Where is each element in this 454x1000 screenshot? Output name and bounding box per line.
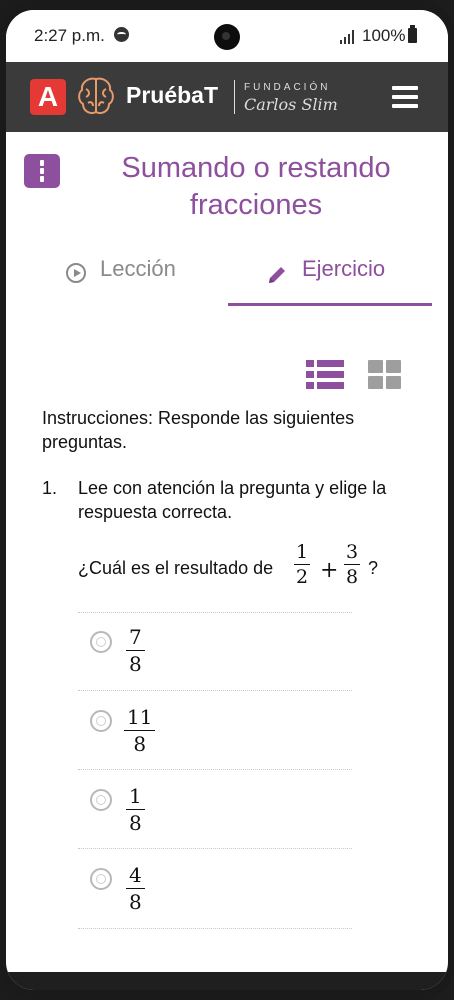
- operand-fraction-2: 3 8: [344, 540, 361, 589]
- pencil-icon: [269, 267, 285, 283]
- grid-view-icon[interactable]: [368, 360, 402, 390]
- option-numerator: 11: [124, 704, 156, 731]
- operand-fraction-1: 1 2: [294, 540, 311, 589]
- option-divider: [78, 769, 352, 770]
- option-divider: [78, 690, 352, 691]
- brand-divider: [234, 80, 235, 114]
- option-divider: [78, 928, 352, 929]
- question-text: ¿Cuál es el resultado de: [78, 558, 274, 578]
- plus-operator: +: [320, 558, 339, 583]
- option-divider: [78, 848, 352, 849]
- brain-icon: [78, 77, 114, 114]
- operand2-denominator: 8: [346, 566, 359, 588]
- status-bar: 2:27 p.m. 100%: [6, 10, 448, 62]
- tab-leccion-label: Lección: [100, 256, 176, 281]
- phone-frame: 2:27 p.m. 100% A PruébaT FUNDACIÓN Carlo…: [0, 0, 454, 1000]
- option-fraction: 1 8: [126, 783, 145, 836]
- tab-ejercicio-label: Ejercicio: [302, 256, 386, 281]
- app-bar: A PruébaT FUNDACIÓN Carlos Slim: [6, 62, 448, 132]
- option-denominator: 8: [129, 890, 142, 914]
- brand-name: PruébaT: [126, 82, 219, 108]
- option-numerator: 1: [126, 783, 145, 810]
- option-denominator: 8: [129, 811, 142, 835]
- spotify-icon: [114, 27, 129, 42]
- option-divider: [78, 612, 352, 613]
- option-fraction: 7 8: [126, 624, 145, 677]
- radio-button[interactable]: [90, 631, 112, 653]
- option-numerator: 4: [126, 862, 145, 889]
- foundation-name: Carlos Slim: [244, 95, 338, 114]
- operand2-numerator: 3: [344, 541, 361, 565]
- foundation-label: FUNDACIÓN: [244, 82, 331, 93]
- camera-cutout: [214, 24, 240, 50]
- more-options-icon[interactable]: [24, 154, 60, 188]
- play-circle-icon: [66, 263, 86, 283]
- signal-icon: [340, 30, 354, 44]
- operand1-numerator: 1: [294, 541, 311, 565]
- question-number: 1.: [42, 478, 58, 498]
- battery-icon: [408, 25, 417, 43]
- list-view-icon[interactable]: [306, 360, 344, 390]
- question-mark: ?: [368, 558, 379, 578]
- aprende-logo[interactable]: A: [30, 79, 66, 115]
- radio-button[interactable]: [90, 868, 112, 890]
- question-prompt: Lee con atención la pregunta y elige la …: [78, 478, 387, 522]
- operand1-denominator: 2: [296, 566, 309, 588]
- screen: 2:27 p.m. 100% A PruébaT FUNDACIÓN Carlo…: [6, 10, 448, 990]
- option-denominator: 8: [129, 652, 142, 676]
- option-denominator: 8: [133, 732, 147, 756]
- radio-button[interactable]: [90, 710, 112, 732]
- active-tab-indicator: [228, 303, 432, 306]
- status-time: 2:27 p.m.: [34, 26, 105, 45]
- menu-icon[interactable]: [392, 86, 418, 108]
- option-fraction: 4 8: [126, 862, 145, 915]
- navigation-bar: [6, 972, 448, 990]
- option-fraction: 11 8: [124, 704, 156, 757]
- page-title: Sumando o restando fracciones: [121, 152, 391, 221]
- radio-button[interactable]: [90, 789, 112, 811]
- option-numerator: 7: [126, 624, 145, 651]
- instructions-text: Instrucciones: Responde las siguientes p…: [42, 408, 355, 452]
- battery-percent: 100%: [362, 26, 406, 45]
